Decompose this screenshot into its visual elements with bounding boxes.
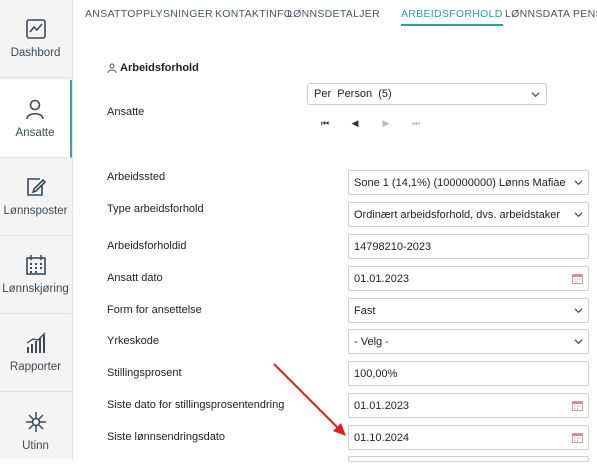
annotation-arrow [273, 363, 346, 436]
calendar-icon [25, 255, 46, 275]
field-label-form-for-ansettelse: Form for ansettelse [107, 304, 202, 316]
person-icon [26, 99, 44, 120]
arbeidssted-value: Sone 1 (14,1%) (100000000) Lønns Mafiae [354, 177, 566, 189]
sidebar: Dashbord Ansatte Lønnsposter Lønnskjørin… [0, 0, 73, 459]
yrkeskode-select[interactable]: - Velg - [348, 329, 589, 354]
sidebar-item-lonnskjoring[interactable]: Lønnskjøring [0, 236, 71, 314]
sidebar-item-ansatte[interactable]: Ansatte [0, 80, 72, 158]
dashboard-icon [25, 19, 46, 39]
arbeidsforholdid-input[interactable]: 14798210-2023 [348, 234, 589, 259]
tab-ansattopplysninger[interactable]: ANSATTOPPLYSNINGER [85, 8, 213, 20]
employee-select-value: Per Person (5) [314, 88, 392, 100]
next-field-partial [348, 456, 589, 462]
field-label-ansatt-dato: Ansatt dato [107, 272, 163, 284]
chevron-down-icon [574, 339, 583, 345]
sidebar-label: Lønnskjøring [2, 283, 69, 295]
sidebar-label: Ansatte [15, 127, 55, 139]
calendar-icon[interactable] [572, 273, 583, 284]
yrkeskode-value: - Velg - [354, 336, 389, 348]
tab-bar: ANSATTOPPLYSNINGER KONTAKTINFO LØNNSDETA… [72, 0, 597, 30]
chevron-down-icon [574, 308, 583, 314]
type-arbeidsforhold-select[interactable]: Ordinært arbeidsforhold, dvs. arbeidstak… [348, 202, 589, 227]
form-for-ansettelse-value: Fast [354, 305, 376, 317]
section-title-text: Arbeidsforhold [120, 62, 199, 74]
stillingsprosent-value: 100,00% [354, 368, 398, 380]
person-icon [107, 63, 117, 73]
arbeidssted-select[interactable]: Sone 1 (14,1%) (100000000) Lønns Mafiae [348, 170, 589, 195]
field-label-siste-lonnsendringsdato: Siste lønnsendringsdato [107, 431, 226, 443]
sidebar-label: Utinn [22, 439, 49, 452]
employee-select[interactable]: Per Person (5) [307, 83, 547, 105]
sidebar-item-rapporter[interactable]: Rapporter [0, 314, 71, 392]
ansatt-dato-value: 01.01.2023 [354, 273, 410, 285]
sidebar-label: Dashbord [10, 47, 61, 59]
chevron-down-icon [574, 210, 583, 219]
tab-kontaktinfo[interactable]: KONTAKTINFO [215, 8, 292, 20]
chevron-down-icon [574, 178, 583, 187]
siste-lonnsendringsdato-value: 01.10.2024 [354, 432, 410, 444]
field-label-arbeidsforholdid: Arbeidsforholdid [107, 240, 187, 252]
field-label-type-arbeidsforhold: Type arbeidsforhold [107, 203, 204, 215]
stillingsprosent-input[interactable]: 100,00% [348, 361, 589, 386]
sidebar-item-lonnsposter[interactable]: Lønnsposter [0, 158, 71, 236]
bar-chart-icon [26, 332, 45, 353]
form-for-ansettelse-select[interactable]: Fast [348, 298, 589, 323]
sidebar-label: Rapporter [9, 361, 62, 373]
next-record-button[interactable]: ▶ [380, 118, 392, 129]
sidebar-label: Lønnsposter [3, 205, 68, 217]
tab-lonnsdetaljer[interactable]: LØNNSDETALJER [287, 8, 380, 20]
ansatt-dato-input[interactable]: 01.01.2023 [348, 266, 589, 291]
tab-lonnsdata-pens[interactable]: LØNNSDATA PENS [505, 8, 597, 20]
network-icon [25, 411, 46, 432]
chevron-down-icon [531, 92, 540, 98]
siste-dato-stillingsprosentendring-input[interactable]: 01.01.2023 [348, 393, 589, 418]
type-arbeidsforhold-value: Ordinært arbeidsforhold, dvs. arbeidstak… [354, 209, 561, 221]
first-record-button[interactable]: ⏮ [319, 118, 331, 129]
field-label-yrkeskode: Yrkeskode [107, 335, 159, 347]
field-label-arbeidssted: Arbeidssted [107, 171, 166, 183]
edit-icon [26, 178, 46, 196]
section-title: Arbeidsforhold [107, 62, 199, 74]
arbeidsforholdid-value: 14798210-2023 [354, 241, 432, 253]
siste-dato-stillingsprosentendring-value: 01.01.2023 [354, 400, 410, 412]
siste-lonnsendringsdato-input[interactable]: 01.10.2024 [348, 425, 589, 450]
sidebar-item-utinn[interactable]: Utinn [0, 392, 71, 470]
last-record-button[interactable]: ⏭ [410, 118, 422, 129]
previous-record-button[interactable]: ◀ [349, 118, 361, 129]
calendar-icon[interactable] [572, 432, 583, 443]
field-label-siste-dato-stillingsprosentendring: Siste dato for stillingsprosentendring [107, 399, 285, 411]
tab-arbeidsforhold[interactable]: ARBEIDSFORHOLD [401, 8, 503, 26]
field-label-stillingsprosent: Stillingsprosent [107, 367, 182, 379]
employees-label: Ansatte [107, 106, 145, 118]
calendar-icon[interactable] [572, 400, 583, 411]
sidebar-item-dashboard[interactable]: Dashbord [0, 0, 71, 78]
